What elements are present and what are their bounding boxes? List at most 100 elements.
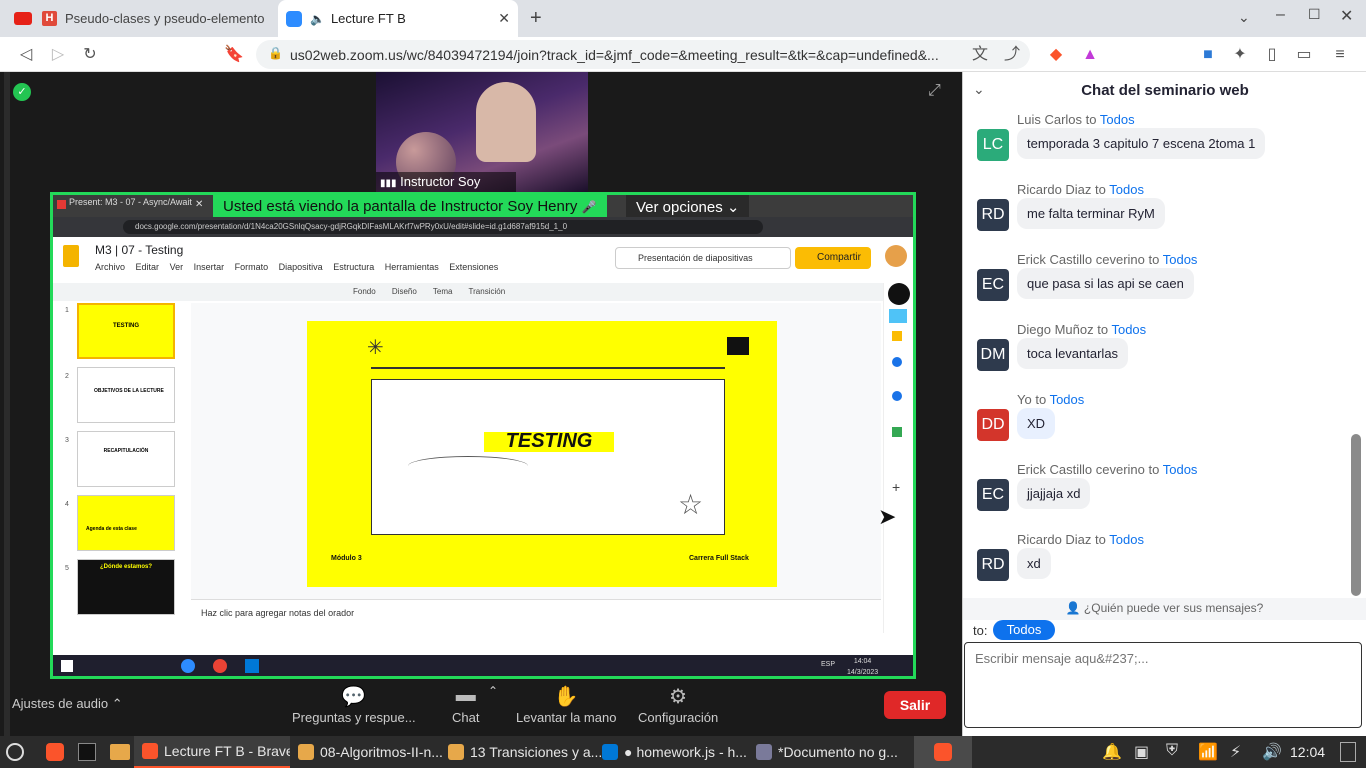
- extensions-icon[interactable]: ✦: [1230, 45, 1250, 65]
- message-target-link[interactable]: Todos: [1163, 462, 1198, 477]
- message-target-link[interactable]: Todos: [1111, 322, 1146, 337]
- message-target-link[interactable]: Todos: [1050, 392, 1085, 407]
- maximize-icon[interactable]: ☐: [1308, 6, 1321, 23]
- present-button: Presentación de diapositivas: [615, 247, 791, 269]
- signal-icon: ▮▮▮: [380, 178, 397, 189]
- avatar: RD: [977, 199, 1009, 231]
- taskbar-item-brave[interactable]: Lecture FT B - Brave: [134, 736, 290, 768]
- chevron-up-icon: ⌃: [111, 696, 123, 711]
- brave-launcher-icon[interactable]: [46, 743, 64, 761]
- wifi-icon[interactable]: 📶: [1198, 742, 1218, 762]
- star-doodle-icon: ☆: [678, 489, 704, 520]
- wallet-icon[interactable]: ▭: [1294, 45, 1314, 65]
- mic-off-icon: 🎤: [581, 200, 597, 214]
- slide-main: ✳ TESTING ☆ Módulo 3 Carrera Full Stack: [307, 321, 777, 587]
- bookmark-icon[interactable]: 🔖: [224, 45, 244, 65]
- taskbar-item-folder-2[interactable]: 13 Transiciones y a...: [448, 736, 604, 768]
- fullscreen-icon[interactable]: ⤢: [928, 82, 941, 100]
- browser-address-bar: ◁ ▷ ↻ 🔖 🔒 us02web.zoom.us/wc/84039472194…: [0, 37, 1366, 72]
- slides-toolbar: Fondo Diseño Tema Transición: [53, 283, 883, 301]
- url-bar[interactable]: 🔒 us02web.zoom.us/wc/84039472194/join?tr…: [256, 40, 1030, 69]
- share-doc-button: Compartir: [795, 247, 871, 269]
- slide-rule: [371, 367, 725, 369]
- chat-title: Chat del seminario web: [1081, 82, 1249, 99]
- terminal-icon[interactable]: [78, 743, 96, 761]
- recipient-selector[interactable]: Todos: [993, 620, 1055, 640]
- message-target-link[interactable]: Todos: [1100, 112, 1135, 127]
- person-lock-icon: 👤: [1065, 601, 1081, 615]
- notification-bell-icon[interactable]: 🔔: [1102, 742, 1122, 762]
- settings-button[interactable]: ⚙ Configuración: [638, 684, 718, 725]
- minimize-icon[interactable]: –: [1276, 6, 1285, 24]
- taskbar-item-document[interactable]: *Documento no g...: [756, 736, 906, 768]
- system-clock[interactable]: 12:04: [1290, 744, 1325, 760]
- inner-zoom-icon: [181, 659, 195, 673]
- brave-icon: [142, 743, 158, 759]
- browser-tab-lecture[interactable]: 🔈 Lecture FT B ✕: [278, 0, 518, 37]
- browser-tab-pseudo[interactable]: H Pseudo-clases y pseudo-elemento: [6, 0, 276, 37]
- unsaved-dot-icon: ●: [624, 744, 633, 760]
- slide-footer-right: Carrera Full Stack: [689, 555, 749, 562]
- show-desktop-icon[interactable]: [1340, 742, 1356, 762]
- shield-icon[interactable]: ⛨: [1166, 742, 1178, 760]
- who-can-see-link[interactable]: 👤 ¿Quién puede ver sus mensajes?: [963, 598, 1366, 620]
- close-tab-icon[interactable]: ✕: [498, 10, 510, 27]
- reload-icon[interactable]: ↻: [80, 45, 100, 65]
- chat-scrollbar[interactable]: [1351, 434, 1361, 596]
- inner-vscode-icon: [245, 659, 259, 673]
- brave-rewards-icon[interactable]: ▲: [1080, 45, 1100, 65]
- inner-tab: Present: M3 - 07 - Async/Await: [57, 197, 207, 215]
- chat-message-input[interactable]: [964, 642, 1362, 728]
- message-target-link[interactable]: Todos: [1163, 252, 1198, 267]
- power-icon[interactable]: ⚡: [1230, 742, 1241, 762]
- inner-close-icon: ✕: [195, 199, 204, 210]
- chat-button[interactable]: ▬ Chat: [452, 684, 479, 725]
- files-icon[interactable]: [110, 744, 130, 760]
- tasks-icon: [892, 357, 902, 367]
- extension-fi-icon[interactable]: ■: [1198, 45, 1218, 65]
- message-bubble: que pasa si las api se caen: [1017, 268, 1194, 299]
- taskbar-item-brave-2[interactable]: [914, 736, 972, 768]
- leave-button[interactable]: Salir: [884, 691, 946, 719]
- raise-hand-button[interactable]: ✋ Levantar la mano: [516, 684, 616, 725]
- new-tab-button[interactable]: +: [530, 7, 542, 30]
- speaker-face: [476, 82, 536, 162]
- clipboard-icon[interactable]: ▣: [1134, 742, 1149, 762]
- zoom-icon: [286, 10, 302, 27]
- side-panel: +: [883, 283, 913, 633]
- avatar: DM: [977, 339, 1009, 371]
- slide-thumbnails: 1 TESTING 2 OBJETIVOS DE LA LECTURE 3 RE…: [53, 303, 189, 633]
- brave-shield-icon[interactable]: ◆: [1046, 45, 1066, 65]
- speaker-video[interactable]: ▮▮▮ Instructor Soy Henry: [376, 72, 588, 192]
- security-shield-icon[interactable]: ✓: [13, 83, 31, 101]
- menu-bar: Archivo Editar Ver Insertar Formato Diap…: [95, 262, 499, 272]
- message-target-link[interactable]: Todos: [1109, 532, 1144, 547]
- taskbar-item-folder-1[interactable]: 08-Algoritmos-II-n...: [294, 736, 446, 768]
- url-text: us02web.zoom.us/wc/84039472194/join?trac…: [290, 46, 939, 63]
- message-target-link[interactable]: Todos: [1109, 182, 1144, 197]
- keep-bulb-icon: [888, 283, 910, 305]
- translate-icon[interactable]: 文: [970, 45, 990, 65]
- sidebar-icon[interactable]: ▯: [1262, 45, 1282, 65]
- audio-settings-button[interactable]: Ajustes de audio ⌃: [12, 696, 123, 712]
- menu-icon[interactable]: ≡: [1330, 45, 1350, 65]
- doc-title: M3 | 07 - Testing: [95, 243, 184, 257]
- taskbar-item-vscode[interactable]: ● homework.js - h...: [602, 736, 752, 768]
- os-menu-icon[interactable]: [6, 743, 24, 761]
- zoom-meeting-area: ✓ ⤢ ▮▮▮ Instructor Soy Henry Present: M3…: [0, 72, 962, 736]
- tab-search-icon[interactable]: ⌄: [1238, 9, 1250, 26]
- os-taskbar: Lecture FT B - Brave 08-Algoritmos-II-n.…: [0, 736, 1366, 768]
- qa-button[interactable]: 💬 Preguntas y respue...: [292, 684, 416, 725]
- speaker-notes: Haz clic para agregar notas del orador: [191, 599, 881, 633]
- slides-logo-icon: [63, 245, 79, 267]
- vscode-icon: [602, 744, 618, 760]
- chat-chevron-icon[interactable]: ⌃: [488, 684, 498, 698]
- share-icon[interactable]: ⤴: [1002, 45, 1022, 65]
- forward-icon[interactable]: ▷: [48, 45, 68, 65]
- volume-icon[interactable]: 🔊: [1262, 742, 1282, 762]
- close-window-icon[interactable]: ✕: [1340, 6, 1353, 26]
- slide-inner-box: TESTING ☆: [371, 379, 725, 535]
- chat-icon: ▬: [455, 684, 476, 706]
- back-icon[interactable]: ◁: [16, 45, 36, 65]
- lock-icon: 🔒: [268, 46, 283, 60]
